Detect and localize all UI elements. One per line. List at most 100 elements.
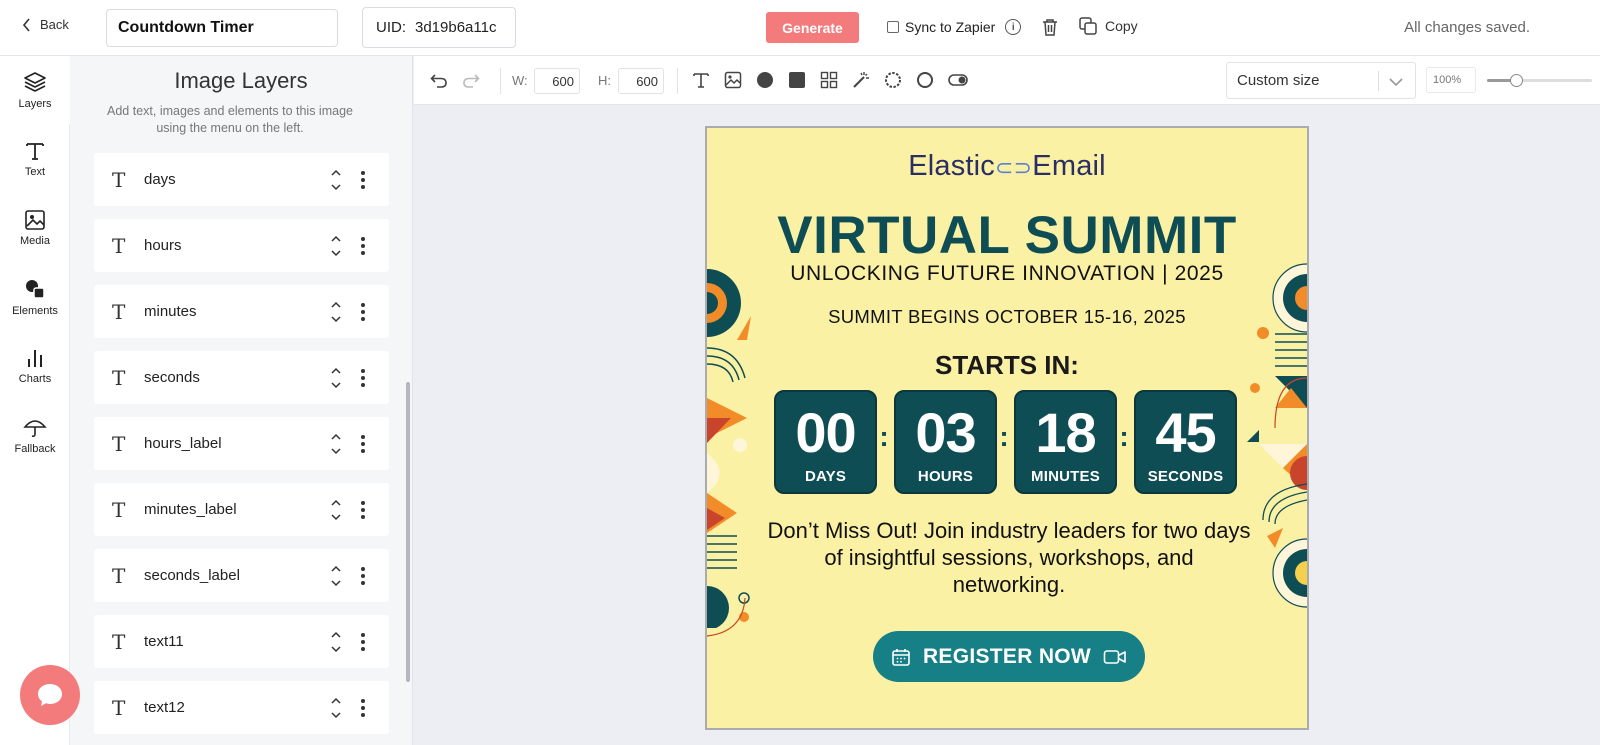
layer-row[interactable]: Ttext12 bbox=[94, 681, 389, 734]
text-layer-icon: T bbox=[112, 695, 126, 720]
layer-name: days bbox=[144, 171, 176, 188]
layer-row[interactable]: Thours_label bbox=[94, 417, 389, 470]
image-title-input[interactable] bbox=[106, 9, 338, 47]
more-options-icon[interactable] bbox=[361, 500, 365, 519]
more-options-icon[interactable] bbox=[361, 434, 365, 453]
uid-label: UID: bbox=[376, 19, 406, 36]
add-text-button[interactable] bbox=[692, 71, 710, 94]
chevron-down-icon bbox=[331, 513, 341, 520]
height-input[interactable] bbox=[618, 68, 664, 94]
countdown-value: 03 bbox=[915, 401, 976, 464]
register-label: REGISTER NOW bbox=[922, 644, 1092, 668]
sync-checkbox[interactable] bbox=[887, 21, 899, 33]
chevron-left-icon bbox=[22, 17, 30, 32]
reorder-handle[interactable] bbox=[329, 565, 343, 587]
countdown-separator: : bbox=[999, 421, 1009, 452]
video-camera-icon bbox=[1103, 649, 1126, 664]
nav-label: Text bbox=[24, 166, 46, 178]
countdown-label: MINUTES bbox=[1031, 468, 1100, 485]
filled-square-icon bbox=[789, 72, 805, 88]
layer-row[interactable]: Tseconds_label bbox=[94, 549, 389, 602]
magic-wand-button[interactable] bbox=[852, 71, 870, 94]
chevron-down-icon bbox=[331, 579, 341, 586]
width-input[interactable] bbox=[534, 68, 580, 94]
back-button[interactable]: Back bbox=[22, 17, 69, 32]
layer-row[interactable]: Tdays bbox=[94, 153, 389, 206]
add-ring-button[interactable] bbox=[884, 71, 902, 94]
reorder-handle[interactable] bbox=[329, 235, 343, 257]
more-options-icon[interactable] bbox=[361, 698, 365, 717]
add-rectangle-button[interactable] bbox=[788, 71, 806, 94]
layers-scrollbar[interactable] bbox=[406, 382, 410, 682]
add-toggle-button[interactable] bbox=[948, 71, 968, 94]
reorder-handle[interactable] bbox=[329, 499, 343, 521]
magic-wand-icon bbox=[853, 72, 869, 88]
text-layer-icon: T bbox=[112, 563, 126, 588]
chevron-down-icon bbox=[331, 645, 341, 652]
uid-field[interactable]: UID: 3d19b6a11c bbox=[362, 7, 516, 48]
bar-chart-icon bbox=[28, 350, 42, 367]
nav-fallback[interactable]: Fallback bbox=[0, 401, 70, 469]
info-icon[interactable]: i bbox=[1005, 19, 1022, 35]
chevron-down-icon bbox=[331, 447, 341, 454]
top-bar: Back UID: 3d19b6a11c Generate Sync to Za… bbox=[0, 0, 1600, 56]
nav-charts[interactable]: Charts bbox=[0, 332, 70, 400]
zoom-slider[interactable] bbox=[1487, 74, 1592, 87]
more-options-icon[interactable] bbox=[361, 566, 365, 585]
countdown-separator: : bbox=[879, 421, 889, 452]
nav-elements[interactable]: Elements bbox=[0, 263, 70, 331]
sync-label: Sync to Zapier bbox=[905, 19, 996, 35]
countdown-seconds: 45 SECONDS bbox=[1134, 390, 1237, 494]
chevron-down-icon bbox=[331, 183, 341, 190]
reorder-handle[interactable] bbox=[329, 367, 343, 389]
chevron-up-icon bbox=[331, 565, 341, 572]
undo-button[interactable] bbox=[430, 71, 448, 94]
chevron-up-icon bbox=[331, 631, 341, 638]
nav-media[interactable]: Media bbox=[0, 194, 70, 262]
layer-name: minutes_label bbox=[144, 501, 237, 518]
dashed-circle-icon bbox=[885, 72, 901, 88]
generate-button[interactable]: Generate bbox=[766, 12, 859, 43]
layer-row[interactable]: Tminutes_label bbox=[94, 483, 389, 536]
shapes-icon bbox=[26, 280, 45, 299]
register-now-button[interactable]: REGISTER NOW bbox=[873, 631, 1145, 682]
redo-button[interactable] bbox=[462, 71, 480, 94]
reorder-handle[interactable] bbox=[329, 301, 343, 323]
layer-row[interactable]: Thours bbox=[94, 219, 389, 272]
add-outline-circle-button[interactable] bbox=[916, 71, 934, 94]
copy-button[interactable]: Copy bbox=[1079, 17, 1138, 35]
more-options-icon[interactable] bbox=[361, 236, 365, 255]
text-layer-icon: T bbox=[112, 233, 126, 258]
text-icon bbox=[693, 73, 709, 88]
layer-row[interactable]: Tseconds bbox=[94, 351, 389, 404]
more-options-icon[interactable] bbox=[361, 170, 365, 189]
design-canvas[interactable]: Elastic⊂⊃Email VIRTUAL SUMMIT UNLOCKING … bbox=[705, 126, 1309, 730]
left-nav: Layers Text Media Elements Charts Fallba… bbox=[0, 56, 70, 745]
more-options-icon[interactable] bbox=[361, 632, 365, 651]
nav-text[interactable]: Text bbox=[0, 125, 70, 193]
more-options-icon[interactable] bbox=[361, 302, 365, 321]
chat-button[interactable] bbox=[20, 665, 80, 725]
zoom-slider-thumb[interactable] bbox=[1510, 74, 1524, 87]
zoom-level[interactable]: 100% bbox=[1426, 67, 1476, 93]
reorder-handle[interactable] bbox=[329, 169, 343, 191]
size-select[interactable]: Custom size bbox=[1226, 62, 1416, 99]
reorder-handle[interactable] bbox=[329, 433, 343, 455]
width-label: W: bbox=[512, 73, 528, 88]
nav-layers[interactable]: Layers bbox=[0, 56, 70, 124]
more-options-icon[interactable] bbox=[361, 368, 365, 387]
layer-row[interactable]: Tminutes bbox=[94, 285, 389, 338]
reorder-handle[interactable] bbox=[329, 697, 343, 719]
headline: VIRTUAL SUMMIT bbox=[777, 206, 1237, 265]
delete-button[interactable] bbox=[1041, 17, 1059, 42]
reorder-handle[interactable] bbox=[329, 631, 343, 653]
event-dates: SUMMIT BEGINS OCTOBER 15-16, 2025 bbox=[828, 306, 1186, 327]
layers-description: Add text, images and elements to this im… bbox=[107, 104, 353, 135]
add-image-button[interactable] bbox=[724, 71, 742, 94]
add-grid-button[interactable] bbox=[820, 71, 838, 94]
text-layer-icon: T bbox=[112, 431, 126, 456]
countdown-minutes: 18 MINUTES bbox=[1014, 390, 1117, 494]
add-circle-button[interactable] bbox=[756, 71, 774, 94]
layer-row[interactable]: Ttext11 bbox=[94, 615, 389, 668]
sync-zapier-toggle[interactable]: Sync to Zapier i bbox=[887, 19, 1022, 35]
